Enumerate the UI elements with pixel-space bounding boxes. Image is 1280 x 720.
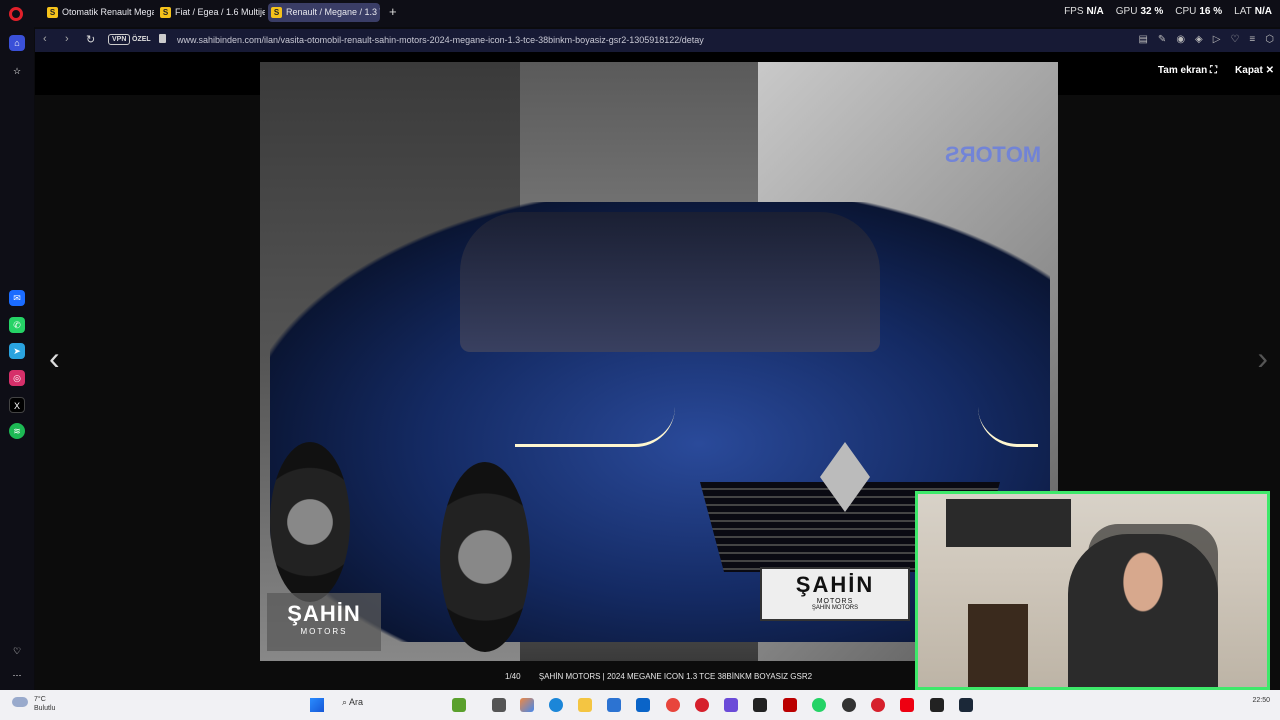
new-tab-plus-icon[interactable]: + — [389, 5, 397, 19]
star-icon[interactable]: ☆ — [9, 63, 25, 79]
home-icon[interactable]: ⌂ — [9, 35, 25, 51]
netflix-icon[interactable] — [783, 698, 797, 712]
settings-icon[interactable]: ⬡ — [1265, 34, 1274, 45]
weather-text: Bulutlu — [34, 705, 56, 712]
obs-icon[interactable] — [930, 698, 944, 712]
outlook-icon[interactable] — [636, 698, 650, 712]
gpu-stat: GPU 32 % — [1115, 6, 1164, 17]
windows-start-icon[interactable] — [310, 698, 324, 712]
mirrored-sign: MOTORS — [945, 142, 1042, 167]
cloud-icon — [12, 697, 28, 707]
image-caption: 1/40 ŞAHİN MOTORS | 2024 MEGANE ICON 1.3… — [505, 672, 812, 681]
vpn-badge[interactable]: VPN — [108, 34, 131, 45]
taskbar-search[interactable]: ⌕ Ara — [342, 697, 363, 708]
close-icon: ✕ — [1265, 65, 1274, 76]
store-icon[interactable] — [607, 698, 621, 712]
watermark-logo: ŞAHİN MOTORS — [267, 593, 381, 651]
github-icon[interactable] — [842, 698, 856, 712]
opera-taskbar-icon[interactable] — [695, 698, 709, 712]
left-headlight — [515, 407, 675, 447]
camera-icon[interactable]: ◉ — [1176, 34, 1185, 45]
license-plate: ŞAHİN MOTORS ŞAHİN MOTORS — [760, 567, 910, 621]
steam-icon[interactable] — [959, 698, 973, 712]
shield-icon[interactable]: ◈ — [1195, 34, 1203, 45]
bookshelf — [968, 604, 1028, 687]
sahibinden-favicon-icon: S — [47, 7, 58, 18]
close-button[interactable]: Kapat ✕ — [1235, 65, 1274, 76]
edge-icon[interactable] — [549, 698, 563, 712]
weather-widget[interactable]: 7°C Bulutlu — [12, 695, 55, 713]
spotify-icon[interactable]: ≋ — [9, 423, 25, 439]
streamer — [1068, 534, 1218, 687]
rear-wheel — [270, 442, 350, 602]
listing-title: ŞAHİN MOTORS | 2024 MEGANE ICON 1.3 TCE … — [538, 672, 813, 681]
copilot-icon[interactable] — [520, 698, 534, 712]
epic-games-icon[interactable] — [753, 698, 767, 712]
windows-taskbar: 7°C Bulutlu ⌕ Ara 22:50 — [0, 690, 1280, 720]
edit-icon[interactable]: ✎ — [1158, 34, 1166, 45]
sahibinden-favicon-icon: S — [160, 7, 171, 18]
menu-icon[interactable]: ≡ — [1249, 34, 1255, 45]
weather-temp: 7°C — [34, 696, 46, 703]
tab-label: Renault / Megane / 1.3 TC — [286, 7, 380, 17]
tab-otomatik-renault[interactable]: S Otomatik Renault Megane — [44, 3, 154, 22]
whatsapp-taskbar-icon[interactable] — [812, 698, 826, 712]
reader-icon[interactable]: ▤ — [1138, 34, 1147, 45]
screen: S Otomatik Renault Megane S Fiat / Egea … — [0, 0, 1280, 720]
heart-icon[interactable]: ♡ — [9, 643, 25, 659]
tab-fiat-egea[interactable]: S Fiat / Egea / 1.6 Multijet / — [157, 3, 265, 22]
car-windshield — [460, 212, 880, 352]
youtube-icon[interactable] — [900, 698, 914, 712]
cpu-stat: CPU 16 % — [1175, 6, 1223, 17]
file-explorer-icon[interactable] — [578, 698, 592, 712]
image-counter: 1/40 — [505, 672, 521, 681]
opera-logo-icon[interactable] — [9, 7, 23, 21]
tab-bar: S Otomatik Renault Megane S Fiat / Egea … — [0, 0, 1280, 27]
webcam-overlay — [915, 491, 1270, 690]
messenger-icon[interactable]: ✉ — [9, 290, 25, 306]
whatsapp-icon[interactable]: ✆ — [9, 317, 25, 333]
tab-label: Fiat / Egea / 1.6 Multijet / — [175, 7, 265, 17]
sahibinden-favicon-icon: S — [271, 7, 282, 18]
next-image-arrow-icon[interactable]: › — [1257, 342, 1268, 374]
back-icon[interactable]: ‹ — [43, 33, 47, 45]
fps-stat: FPS N/A — [1064, 6, 1104, 17]
fullscreen-button[interactable]: Tam ekran ⛶ — [1158, 65, 1217, 76]
instagram-icon[interactable]: ◎ — [9, 370, 25, 386]
game-app-icon[interactable] — [452, 698, 466, 712]
opera-gx-icon[interactable] — [871, 698, 885, 712]
private-label: ÖZEL — [132, 36, 151, 43]
tab-renault-megane-active[interactable]: S Renault / Megane / 1.3 TC — [268, 3, 380, 22]
performance-stats: FPS N/A GPU 32 % CPU 16 % LAT N/A — [1064, 6, 1272, 17]
tab-label: Otomatik Renault Megane — [62, 7, 154, 17]
url-field[interactable]: www.sahibinden.com/ilan/vasita-otomobil-… — [177, 35, 704, 45]
wall-poster — [946, 499, 1071, 547]
play-icon[interactable]: ▷ — [1213, 34, 1221, 45]
chrome-icon[interactable] — [666, 698, 680, 712]
more-icon[interactable]: ⋯ — [9, 667, 25, 683]
system-tray-clock[interactable]: 22:50 — [1252, 696, 1270, 705]
address-bar: ‹ › ↻ VPN ÖZEL www.sahibinden.com/ilan/v… — [35, 29, 1280, 52]
address-bar-actions: ▤ ✎ ◉ ◈ ▷ ♡ ≡ ⬡ — [1138, 34, 1274, 45]
previous-image-arrow-icon[interactable]: ‹ — [49, 342, 60, 374]
teams-icon[interactable] — [724, 698, 738, 712]
task-view-icon[interactable] — [492, 698, 506, 712]
lock-icon[interactable] — [159, 34, 166, 43]
forward-icon[interactable]: › — [65, 33, 69, 45]
telegram-icon[interactable]: ➤ — [9, 343, 25, 359]
opera-sidebar: ⌂ ☆ ✉ ✆ ➤ ◎ X ≋ ♡ ⋯ — [0, 27, 34, 690]
front-wheel — [440, 462, 530, 652]
lat-stat: LAT N/A — [1234, 6, 1272, 17]
x-icon[interactable]: X — [9, 397, 25, 413]
heart-icon[interactable]: ♡ — [1230, 34, 1239, 45]
fullscreen-icon: ⛶ — [1210, 65, 1217, 76]
reload-icon[interactable]: ↻ — [86, 33, 95, 46]
